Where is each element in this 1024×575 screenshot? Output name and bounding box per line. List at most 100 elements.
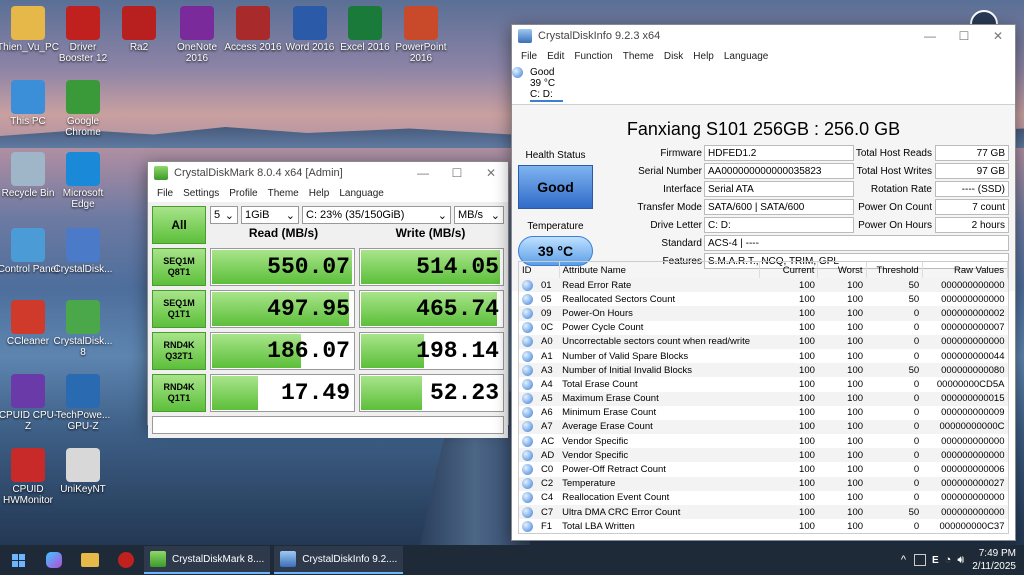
menu-item[interactable]: File [521, 51, 537, 62]
minimize-button[interactable]: — [913, 29, 947, 43]
close-button[interactable]: ✕ [474, 166, 508, 180]
table-row[interactable]: C2 Temperature 100 100 0 000000000027 [519, 476, 1008, 491]
desktop-icon-ra2[interactable]: Ra2 [108, 6, 170, 53]
volume-icon[interactable]: 🔊︎ [957, 554, 964, 567]
test-button[interactable]: SEQ1M Q1T1 [152, 290, 206, 328]
file-explorer-icon[interactable] [72, 553, 108, 567]
menu-item[interactable]: Disk [664, 51, 683, 62]
clock[interactable]: 7:49 PM 2/11/2025 [972, 547, 1016, 573]
smart-table[interactable]: ID Attribute Name Current Worst Threshold Raw… [518, 261, 1009, 534]
attribute-cell: 0 [913, 407, 920, 419]
chevron-up-icon[interactable]: ^ [901, 554, 906, 566]
desktop-icon-control-panel[interactable]: Control Panel [0, 228, 59, 275]
desktop-icon-driver-booster[interactable]: Driver Booster 12 [52, 6, 114, 64]
maximize-button[interactable]: ☐ [440, 166, 474, 180]
start-button[interactable] [0, 553, 36, 567]
driver-booster-taskbar-icon[interactable] [108, 552, 144, 568]
table-row[interactable]: A0 Uncorrectable sectors count when read/… [519, 334, 1008, 349]
desktop-icon-recycle-bin[interactable]: Recycle Bin [0, 152, 59, 199]
desktop-icon-unikey[interactable]: UniKeyNT [52, 448, 114, 495]
maximize-button[interactable]: ☐ [947, 29, 981, 43]
menu-item[interactable]: Profile [229, 188, 257, 199]
desktop-icon-ccleaner[interactable]: CCleaner [0, 300, 59, 347]
cdm-titlebar[interactable]: CrystalDiskMark 8.0.4 x64 [Admin] — ☐ ✕ [148, 162, 508, 184]
table-row[interactable]: C0 Power-Off Retract Count 100 100 0 00000000… [519, 462, 1008, 476]
close-button[interactable]: ✕ [981, 29, 1015, 43]
attribute-id: AD [519, 448, 560, 463]
column-header[interactable]: ID [519, 262, 560, 278]
temperature-label: Temperature [527, 221, 584, 232]
attribute-id-text: 05 [541, 293, 552, 305]
attribute-cell: 100 [817, 391, 867, 406]
column-header[interactable]: Raw Values [922, 262, 1008, 278]
menu-item[interactable]: Edit [547, 51, 564, 62]
desktop-icon-folder[interactable]: Thien_Vu_PC [0, 6, 59, 53]
menu-item[interactable]: Help [309, 188, 330, 199]
desktop-icon-label: CCleaner [6, 336, 50, 347]
table-row[interactable]: 01 Read Error Rate 100 100 50 000000000000 [519, 278, 1008, 293]
desktop-icon-onenote[interactable]: OneNote 2016 [166, 6, 228, 64]
table-row[interactable]: A4 Total Erase Count 100 100 0 00000000CD5A [519, 377, 1008, 391]
count-select[interactable]: 5 ⌄ [210, 206, 238, 224]
unikey-tray-icon[interactable]: E [932, 555, 939, 566]
table-row[interactable]: A6 Minimum Erase Count 100 100 0 000000000009 [519, 406, 1008, 420]
tray-app-icon[interactable] [913, 554, 926, 566]
size-select[interactable]: 1GiB ⌄ [241, 206, 299, 224]
column-header[interactable]: Attribute Name [559, 262, 761, 278]
taskbar-app[interactable]: CrystalDiskInfo 9.2.... [274, 546, 404, 574]
powerpoint-icon [404, 6, 438, 40]
cdi-titlebar[interactable]: CrystalDiskInfo 9.2.3 x64 — ☐ ✕ [512, 25, 1015, 47]
desktop-icon-crystaldiskmark[interactable]: CrystalDisk... 8 [52, 300, 114, 358]
test-button[interactable]: RND4K Q32T1 [152, 332, 206, 370]
column-header[interactable]: Threshold [866, 262, 923, 278]
table-row[interactable]: 05 Reallocated Sectors Count 100 100 50 00000… [519, 292, 1008, 306]
menu-item[interactable]: File [157, 188, 173, 199]
comment-field[interactable] [152, 416, 504, 434]
table-row[interactable]: A1 Number of Valid Spare Blocks 100 100 0 000… [519, 349, 1008, 363]
table-row[interactable]: A7 Average Erase Count 100 100 0 00000000000C [519, 419, 1008, 435]
desktop-icon-powerpoint[interactable]: PowerPoint 2016 [390, 6, 452, 64]
attribute-cell: 50 [908, 293, 920, 305]
menu-item[interactable]: Settings [183, 188, 219, 199]
table-row[interactable]: F1 Total LBA Written 100 100 0 000000000C37 [519, 519, 1008, 533]
copilot-icon[interactable] [36, 552, 72, 568]
menu-item[interactable]: Theme [623, 51, 654, 62]
table-row[interactable]: C4 Reallocation Event Count 100 100 0 0000000… [519, 491, 1008, 505]
desktop-icon-excel[interactable]: Excel 2016 [334, 6, 396, 53]
desktop-icon-access[interactable]: Access 2016 [222, 6, 284, 53]
table-row[interactable]: AC Vendor Specific 100 100 0 000000000000 [519, 434, 1008, 448]
write-bar [361, 376, 423, 410]
desktop-icon-edge[interactable]: Microsoft Edge [52, 152, 114, 210]
disk-selector[interactable]: Good 39 °C C: D: [512, 65, 1015, 105]
wifi-icon[interactable]: ◔ [945, 554, 952, 566]
table-row[interactable]: A3 Number of Initial Invalid Blocks 100 100… [519, 363, 1008, 378]
menu-item[interactable]: Language [724, 51, 769, 62]
taskbar-app[interactable]: CrystalDiskMark 8.... [144, 546, 271, 574]
test-button[interactable]: RND4K Q1T1 [152, 374, 206, 412]
health-status-badge[interactable]: Good [518, 165, 593, 209]
desktop-icon-computer[interactable]: This PC [0, 80, 59, 127]
menu-item[interactable]: Function [574, 51, 612, 62]
desktop-icon-gpuz[interactable]: TechPowe... GPU-Z [52, 374, 114, 432]
table-row[interactable]: AD Vendor Specific 100 100 0 000000000000 [519, 448, 1008, 463]
menu-item[interactable]: Language [339, 188, 384, 199]
table-row[interactable]: 0C Power Cycle Count 100 100 0 000000000007 [519, 321, 1008, 335]
desktop-icon-cpuz[interactable]: CPUID CPU-Z [0, 374, 59, 432]
desktop-icon-word[interactable]: Word 2016 [279, 6, 341, 53]
menu-item[interactable]: Help [693, 51, 714, 62]
unit-select[interactable]: MB/s ⌄ [454, 206, 504, 224]
table-row[interactable]: C7 Ultra DMA CRC Error Count 100 100 50 00000… [519, 505, 1008, 520]
desktop-icon-hwmonitor[interactable]: CPUID HWMonitor [0, 448, 59, 506]
column-header[interactable]: Worst [817, 262, 867, 278]
desktop-icon-chrome[interactable]: Google Chrome [52, 80, 114, 138]
test-button[interactable]: SEQ1M Q8T1 [152, 248, 206, 286]
drive-select[interactable]: C: 23% (35/150GiB) ⌄ [302, 206, 451, 224]
desktop-icon-crystaldiskinfo[interactable]: CrystalDisk... [52, 228, 114, 275]
column-header[interactable]: Current [759, 262, 819, 278]
table-row[interactable]: A5 Maximum Erase Count 100 100 0 000000000015 [519, 391, 1008, 406]
all-button[interactable]: All [152, 206, 206, 244]
minimize-button[interactable]: — [406, 166, 440, 180]
menu-item[interactable]: Theme [268, 188, 299, 199]
table-row[interactable]: 09 Power-On Hours 100 100 0 000000000002 [519, 306, 1008, 321]
attribute-id-text: A0 [541, 336, 553, 348]
